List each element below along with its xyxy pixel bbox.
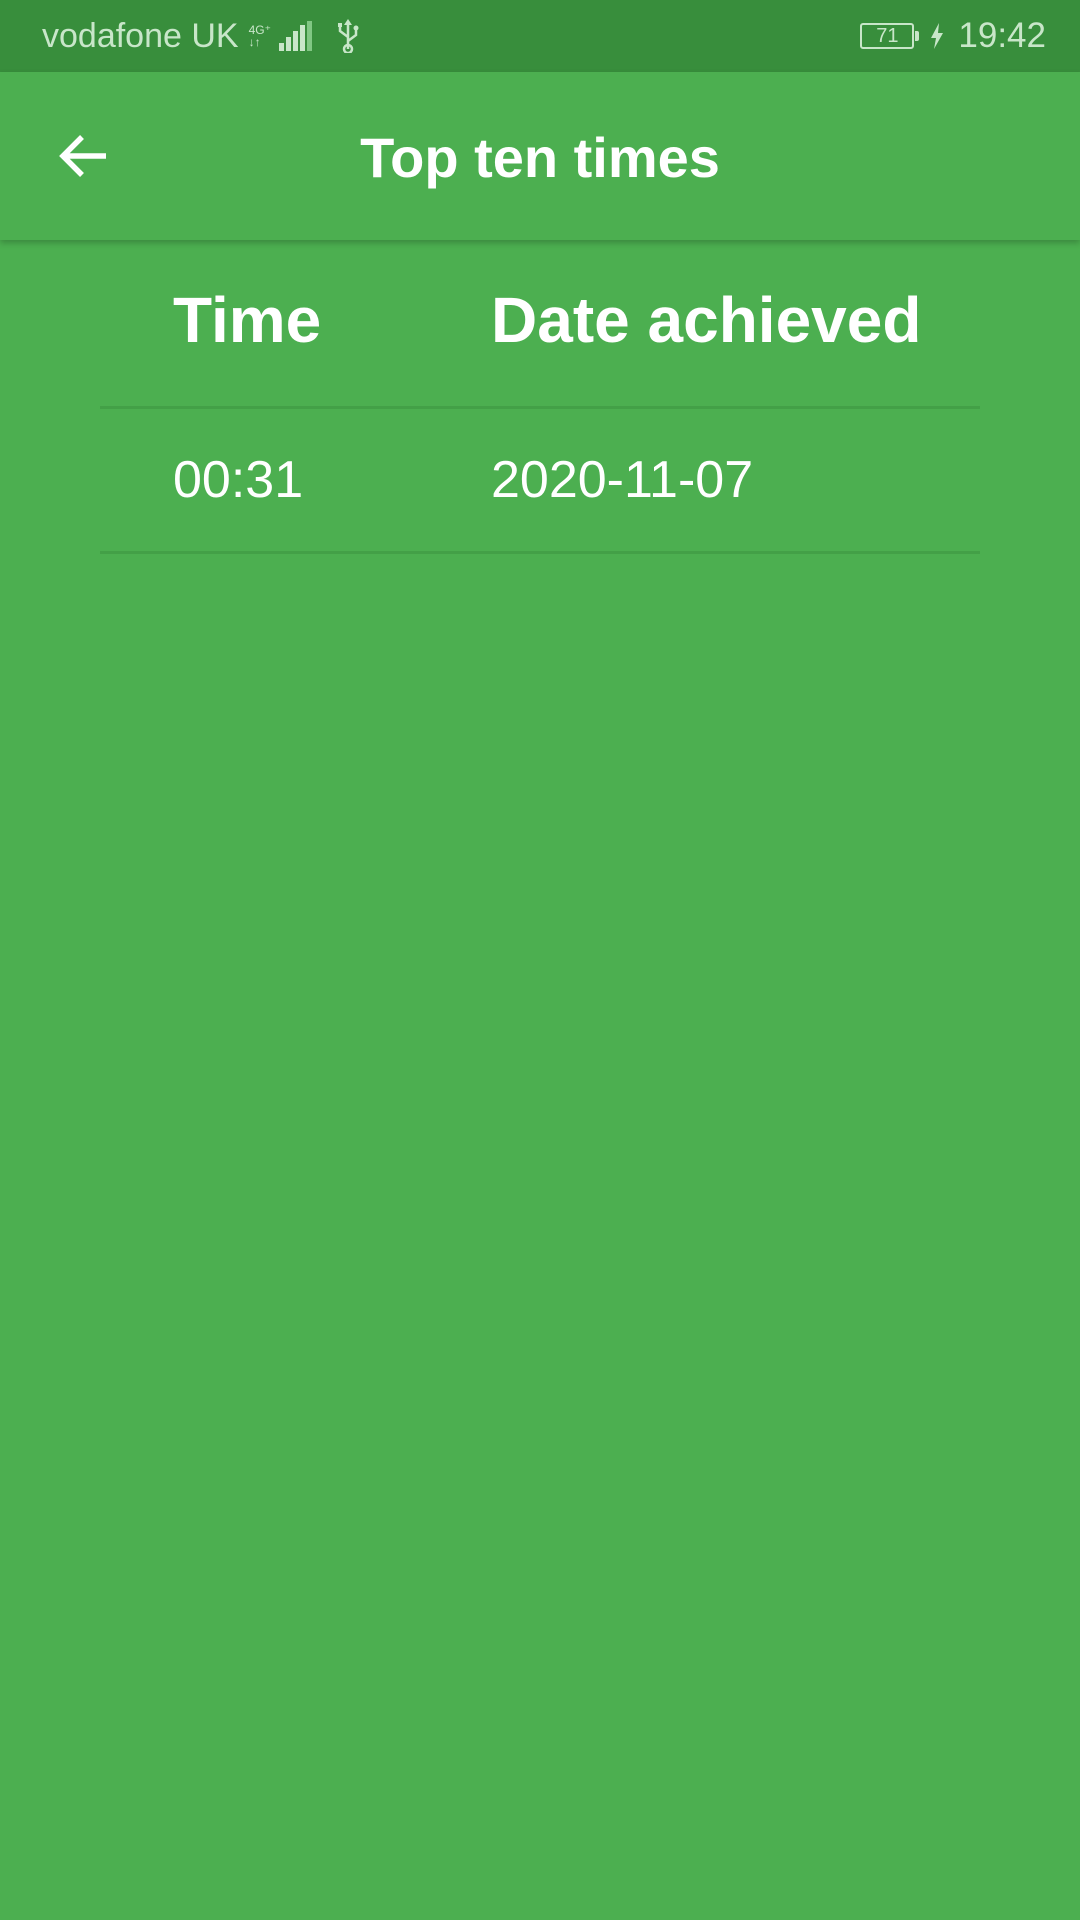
network-type-icon: 4G⁺ ↓↑	[249, 24, 271, 48]
page-title: Top ten times	[360, 126, 720, 189]
battery-icon: 71	[860, 23, 920, 49]
top-times-table: Time Date achieved 00:31 2020-11-07	[100, 240, 980, 554]
app-bar: Top ten times	[0, 72, 1080, 240]
cell-time: 00:31	[173, 451, 304, 509]
network-activity-label: ↓↑	[248, 35, 261, 49]
status-clock: 19:42	[958, 16, 1046, 55]
header-time: Time	[173, 284, 322, 356]
status-bar: vodafone UK 4G⁺ ↓↑ 71 19:42	[0, 0, 1080, 72]
arrow-back-icon	[59, 135, 106, 177]
cell-date-achieved: 2020-11-07	[491, 451, 754, 509]
usb-icon	[337, 19, 359, 53]
status-right: 71 19:42	[860, 0, 1046, 72]
carrier-name: vodafone UK	[42, 16, 239, 55]
header-date-achieved: Date achieved	[491, 284, 922, 356]
charging-bolt-icon	[931, 23, 944, 49]
signal-strength-icon	[278, 21, 312, 51]
battery-tip	[915, 31, 920, 41]
battery-level: 71	[876, 25, 899, 47]
back-button[interactable]	[40, 112, 128, 200]
table-row: 00:31 2020-11-07	[100, 409, 980, 554]
status-left: vodafone UK 4G⁺ ↓↑	[42, 0, 361, 72]
table-header-row: Time Date achieved	[100, 240, 980, 409]
